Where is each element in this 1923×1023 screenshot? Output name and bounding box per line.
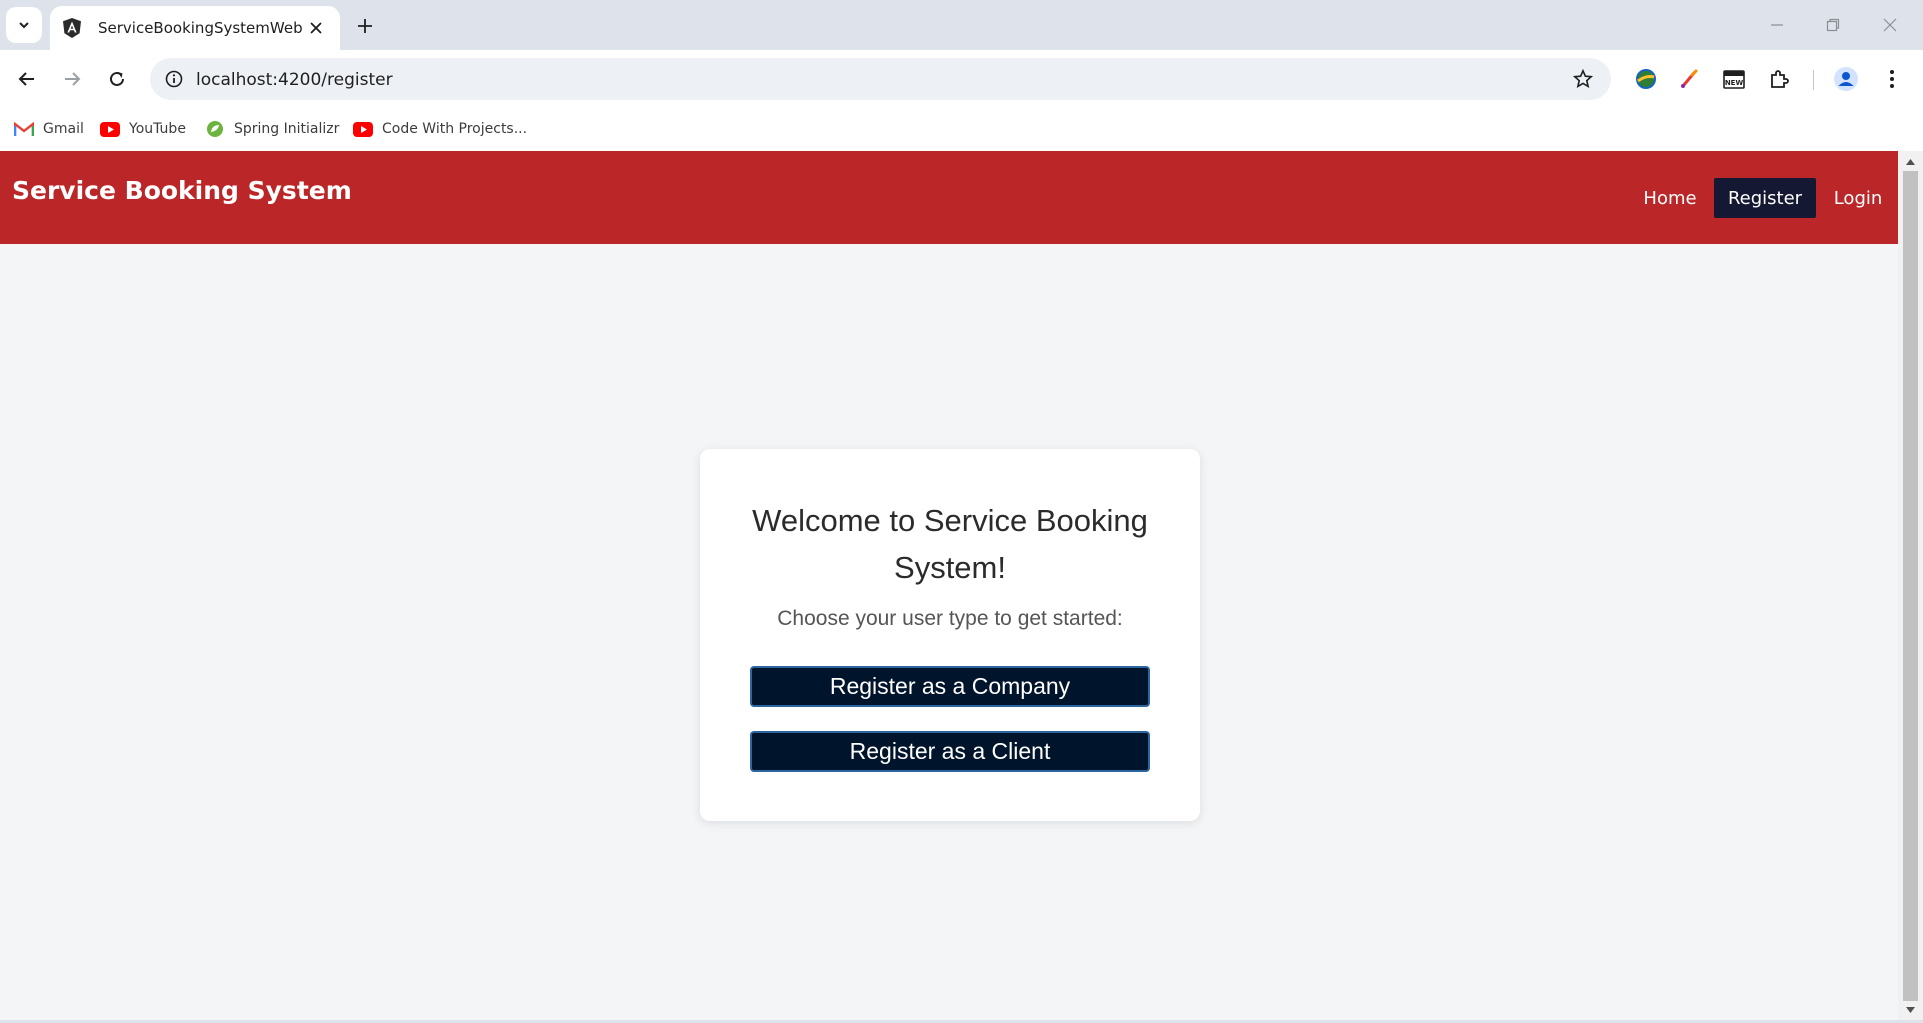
back-button[interactable] [10, 62, 44, 96]
minimize-icon [1771, 24, 1783, 26]
gmail-icon [13, 120, 35, 138]
page-viewport: Service Booking System Home Register Log… [0, 151, 1898, 1020]
bookmark-label: YouTube [129, 121, 186, 137]
extension-brush-icon[interactable] [1673, 62, 1707, 96]
plus-icon [358, 19, 372, 33]
nav-register-link[interactable]: Register [1714, 178, 1816, 218]
profile-avatar-icon[interactable] [1829, 62, 1863, 96]
new-tab-button[interactable] [350, 11, 380, 41]
reload-icon [110, 71, 124, 86]
app-navbar: Service Booking System Home Register Log… [0, 151, 1898, 244]
svg-text:NEW: NEW [1725, 79, 1744, 87]
register-client-button[interactable]: Register as a Client [750, 731, 1150, 772]
arrow-right-icon [65, 72, 81, 86]
restore-button[interactable] [1815, 10, 1851, 40]
info-icon[interactable] [158, 63, 190, 95]
extension-globe-icon[interactable] [1629, 62, 1663, 96]
minimize-button[interactable] [1759, 10, 1795, 40]
browser-tab[interactable]: ServiceBookingSystemWeb [50, 6, 340, 50]
toolbar-divider [1813, 70, 1814, 90]
user-type-prompt: Choose your user type to get started: [777, 607, 1123, 630]
forward-button[interactable] [55, 62, 89, 96]
extension-new-icon[interactable]: NEW [1717, 62, 1751, 96]
bookmark-code-with-projects[interactable]: Code With Projects... [352, 116, 527, 142]
register-company-button[interactable]: Register as a Company [750, 666, 1150, 707]
address-bar[interactable]: localhost:4200/register [150, 58, 1611, 100]
youtube-icon [352, 120, 374, 138]
restore-icon [1826, 18, 1840, 32]
brand-title[interactable]: Service Booking System [12, 176, 352, 205]
bookmark-gmail[interactable]: Gmail [13, 116, 84, 142]
page-scrollbar[interactable] [1898, 151, 1923, 1020]
star-icon[interactable] [1567, 63, 1599, 95]
reload-button[interactable] [100, 62, 134, 96]
scroll-down-icon[interactable] [1905, 1004, 1916, 1015]
arrow-left-icon [18, 72, 34, 86]
url-text: localhost:4200/register [196, 70, 393, 90]
browser-menu-icon[interactable] [1875, 62, 1909, 96]
welcome-heading: Welcome to Service Booking System! [752, 503, 1148, 585]
register-card: Welcome to Service Booking System! Choos… [700, 449, 1200, 821]
bookmark-spring-initializr[interactable]: Spring Initializr [204, 116, 339, 142]
angular-icon [62, 17, 82, 39]
chevron-down-icon [19, 22, 29, 29]
tab-title: ServiceBookingSystemWeb [98, 19, 303, 37]
nav-login-link[interactable]: Login [1826, 178, 1890, 218]
youtube-icon [99, 120, 121, 138]
bookmark-label: Spring Initializr [234, 121, 340, 137]
window-close-button[interactable] [1872, 10, 1908, 40]
tab-strip: ServiceBookingSystemWeb [0, 0, 1923, 50]
close-icon[interactable] [304, 16, 328, 40]
browser-toolbar: localhost:4200/register NEW [0, 50, 1923, 108]
bookmark-label: Gmail [43, 121, 84, 137]
spring-icon [204, 120, 226, 138]
scrollbar-thumb[interactable] [1903, 171, 1918, 1001]
bookmark-label: Code With Projects... [382, 121, 528, 137]
scroll-up-icon[interactable] [1905, 156, 1916, 167]
extensions-puzzle-icon[interactable] [1763, 62, 1797, 96]
nav-home-link[interactable]: Home [1634, 178, 1706, 218]
tab-search-button[interactable] [6, 7, 42, 43]
close-icon [1883, 18, 1897, 32]
bookmarks-bar: Gmail YouTube Spring Initializr Code Wit… [0, 108, 1923, 151]
bookmark-youtube[interactable]: YouTube [99, 116, 186, 142]
